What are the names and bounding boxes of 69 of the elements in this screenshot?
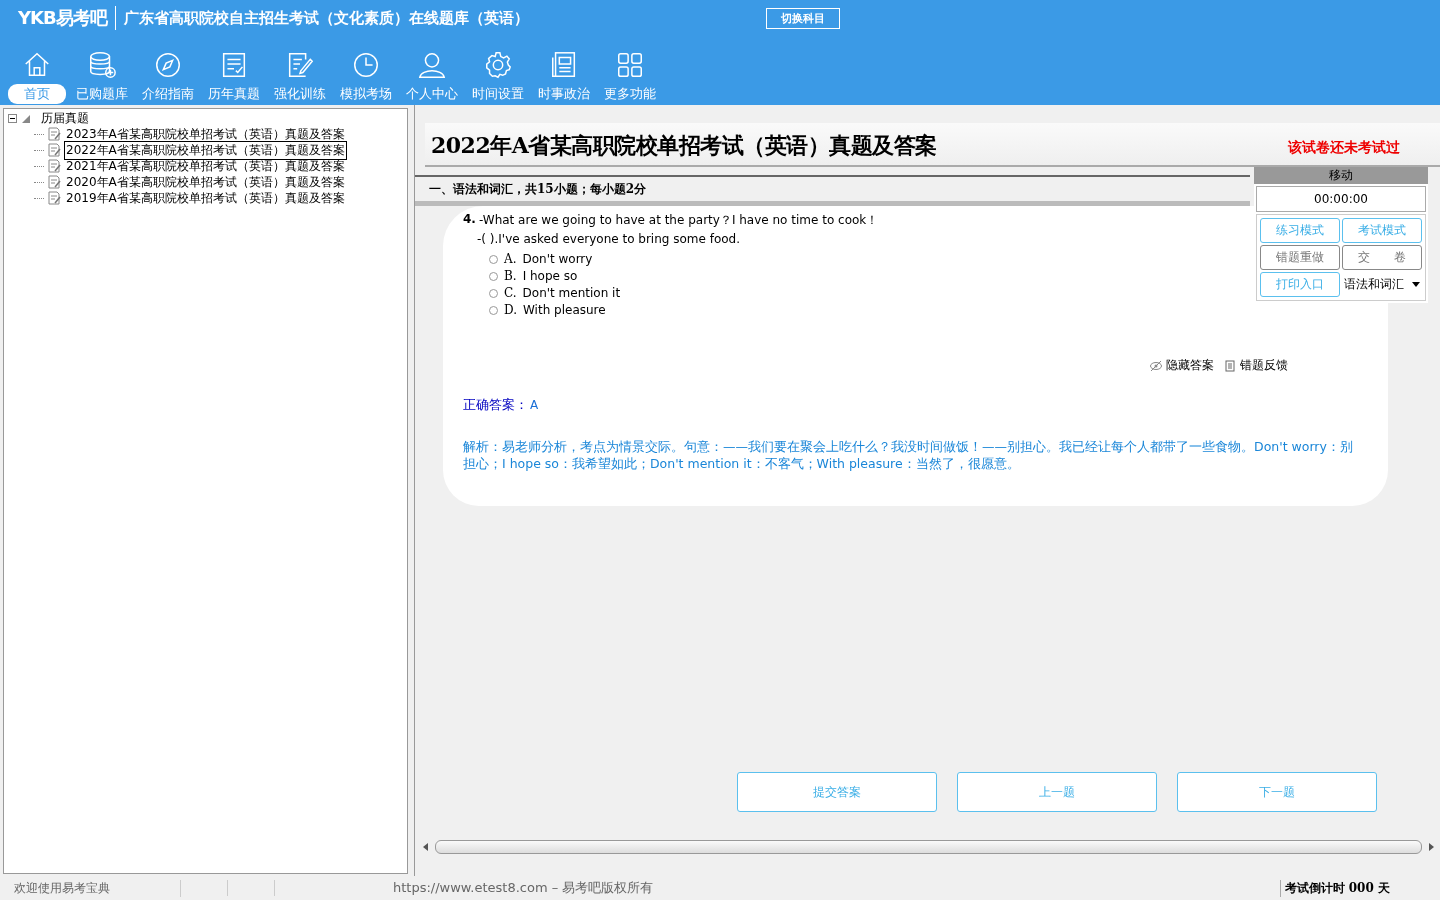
option-text[interactable]: Don't mention it xyxy=(522,286,621,300)
section-heading: 一、语法和词汇，共15小题；每小题2分 xyxy=(429,180,647,198)
nav-button[interactable]: 下一题 xyxy=(1177,772,1377,812)
nav-button[interactable]: 提交答案 xyxy=(737,772,937,812)
nav-tab[interactable]: 首页 xyxy=(8,84,66,104)
nav-tab[interactable]: 更多功能 xyxy=(600,84,660,104)
mode-button[interactable]: 打印入口 xyxy=(1260,272,1340,297)
option-letter: B. xyxy=(504,269,517,283)
nav-tab[interactable]: 历年真题 xyxy=(204,84,264,104)
answer-value: A xyxy=(530,398,539,412)
option-letter: D. xyxy=(504,303,517,317)
option-text[interactable]: Don't worry xyxy=(522,252,593,266)
scroll-right-icon[interactable] xyxy=(1428,843,1434,851)
radio-button[interactable] xyxy=(489,271,498,281)
triangle-icon xyxy=(21,113,31,124)
hide-answer-button[interactable]: 隐藏答案 xyxy=(1150,357,1214,374)
timer-display: 00:00:00 xyxy=(1256,186,1426,212)
nav-tab[interactable]: 介绍指南 xyxy=(138,84,198,104)
radio-button[interactable] xyxy=(489,288,498,298)
compass-icon[interactable] xyxy=(153,50,183,80)
document-icon xyxy=(47,127,61,141)
option-letter: A. xyxy=(504,252,517,266)
mode-button[interactable]: 练习模式 xyxy=(1260,218,1340,243)
document-icon xyxy=(47,191,61,205)
app-title: 广东省高职院校自主招生考试（文化素质）在线题库（英语） xyxy=(122,8,530,28)
question-number: 4. xyxy=(463,212,476,228)
radio-button[interactable] xyxy=(489,305,498,315)
document-icon xyxy=(1224,359,1236,372)
settings-icon[interactable] xyxy=(483,50,513,80)
nav-button[interactable]: 上一题 xyxy=(957,772,1157,812)
nav-tab[interactable]: 时间设置 xyxy=(468,84,528,104)
question-text: -What are we going to have at the party？I have no time to cook！ xyxy=(478,212,879,229)
welcome-text: 欢迎使用易考宝典 xyxy=(0,879,181,897)
document-icon xyxy=(47,159,61,173)
option-letter: C. xyxy=(504,286,517,300)
nav-tab[interactable]: 强化训练 xyxy=(270,84,330,104)
nav-tab[interactable]: 个人中心 xyxy=(402,84,462,104)
document-icon xyxy=(47,175,61,189)
database-icon[interactable] xyxy=(87,50,117,80)
move-handle[interactable]: 移动 xyxy=(1254,167,1428,184)
app-logo: YKB易考吧 xyxy=(18,6,116,30)
tree-item[interactable]: 2022年A省某高职院校单招考试（英语）真题及答案 xyxy=(64,140,347,160)
nav-tab[interactable]: 时事政治 xyxy=(534,84,594,104)
exam-status-note: 该试卷还未考试过 xyxy=(1288,139,1400,157)
clock-icon[interactable] xyxy=(351,50,381,80)
nav-tab[interactable]: 模拟考场 xyxy=(336,84,396,104)
person-icon[interactable] xyxy=(417,50,447,80)
feedback-button[interactable]: 错题反馈 xyxy=(1224,357,1288,374)
exam-countdown: 考试倒计时 000 天 xyxy=(1279,879,1440,897)
option-text[interactable]: With pleasure xyxy=(523,303,606,317)
grid-icon[interactable] xyxy=(615,50,645,80)
scroll-left-icon[interactable] xyxy=(423,843,429,851)
radio-button[interactable] xyxy=(489,254,498,264)
mode-button[interactable]: 错题重做 xyxy=(1260,245,1340,270)
caret-icon xyxy=(1412,282,1420,287)
option-text[interactable]: I hope so xyxy=(522,269,578,283)
answer-label: 正确答案： xyxy=(463,396,528,414)
nav-tab[interactable]: 已购题库 xyxy=(72,84,132,104)
collapse-icon[interactable] xyxy=(8,114,17,123)
mode-button[interactable]: 交 卷 xyxy=(1342,245,1422,270)
document-icon xyxy=(47,143,61,157)
eye-off-icon xyxy=(1150,359,1162,372)
copyright-text: https://www.etest8.com – 易考吧版权所有 xyxy=(393,879,655,897)
mode-button[interactable]: 考试模式 xyxy=(1342,218,1422,243)
paper-title: 2022年A省某高职院校单招考试（英语）真题及答案 xyxy=(431,131,937,160)
switch-subject-button[interactable]: 切换科目 xyxy=(765,7,840,29)
answer-analysis: 解析：易老师分析，考点为情景交际。句意：——我们要在聚会上吃什么？我没时间做饭！——别担心。我已经让每个人都带了一些食物。Don't worry：别担心；I hope so：我希望如此；Don't mention it：不客气；With pleasure：当然了，很愿意。 xyxy=(463,438,1354,472)
question-text: -( ).I've asked everyone to bring some food. xyxy=(476,232,742,246)
tree-root-label[interactable]: 历届真题 xyxy=(41,110,89,127)
